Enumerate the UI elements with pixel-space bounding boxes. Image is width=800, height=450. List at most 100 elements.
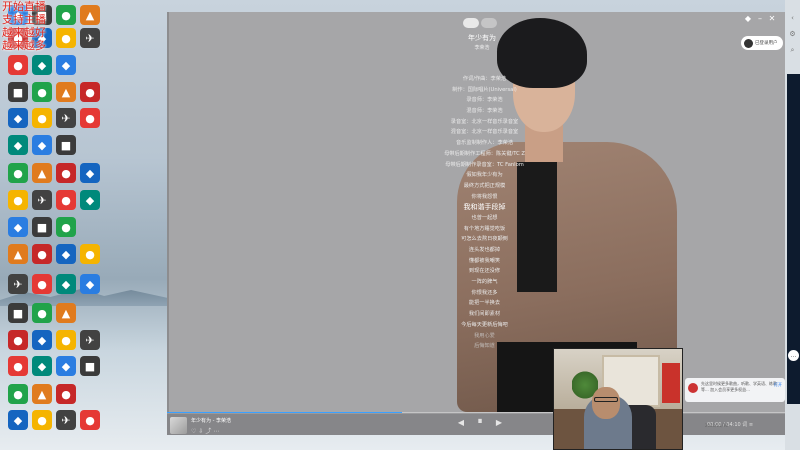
notification-open-button[interactable]: 打开 xyxy=(774,382,782,388)
desktop-icon-1[interactable]: ◆ xyxy=(80,274,100,294)
lyric-mode-toggle[interactable] xyxy=(463,18,497,28)
lyric-line[interactable]: 母带后期制作工程师：陈关键/TC Z xyxy=(417,149,552,160)
desktop-icon-2[interactable]: ■ xyxy=(8,303,28,323)
desktop-icon-7[interactable]: ● xyxy=(80,244,100,264)
desktop-icon-5[interactable]: ● xyxy=(32,244,52,264)
lyric-line[interactable]: 你将我怨恨 xyxy=(417,192,552,203)
desktop-icon-9[interactable]: ● xyxy=(80,410,100,430)
desktop-icon-3[interactable]: ● xyxy=(32,82,52,102)
tab-lyrics[interactable] xyxy=(463,18,479,28)
desktop-icon-7[interactable]: ● xyxy=(56,28,76,48)
desktop-icon-5[interactable]: ● xyxy=(8,330,28,350)
desktop-icon-7[interactable]: ● xyxy=(8,190,28,210)
lyric-line[interactable]: 能把一半换去 xyxy=(417,298,552,309)
desktop-icon-5[interactable]: ● xyxy=(56,384,76,404)
desktop-icon-7[interactable]: ● xyxy=(32,410,52,430)
desktop-icon-8[interactable]: ✈ xyxy=(56,410,76,430)
desktop-icon-6[interactable]: ◆ xyxy=(56,244,76,264)
desktop-icon-1[interactable]: ◆ xyxy=(8,217,28,237)
lyric-line[interactable]: 制作：国际唱片(Universal) xyxy=(417,85,552,96)
lyric-line[interactable]: 录音室：北京一样音乐录音室 xyxy=(417,117,552,128)
lyric-line[interactable]: 可怎么去熬日夜颠倒 xyxy=(417,234,552,245)
desktop-icon-6[interactable]: ◆ xyxy=(80,163,100,183)
desktop-icon-7[interactable]: ● xyxy=(56,330,76,350)
desktop-icon-5[interactable]: ● xyxy=(80,82,100,102)
desktop-icon-7[interactable]: ● xyxy=(32,108,52,128)
desktop-icon-3[interactable]: ● xyxy=(32,303,52,323)
notification-toast[interactable]: 先这里时候更多歌曲，听歌、学英语、练歌等... 加入会员享更多权益... 打开 xyxy=(685,378,785,402)
lyric-line[interactable]: 连头发也都掉 xyxy=(417,245,552,256)
lyric-line[interactable]: 后悔知道 xyxy=(417,341,552,352)
collapse-icon[interactable]: ‹ xyxy=(788,14,797,23)
lyric-line[interactable]: 录音师：李荣浩 xyxy=(417,95,552,106)
lyrics-panel[interactable]: 作词/作曲：李荣浩 制作：国际唱片(Universal) 录音师：李荣浩 混音师：李荣… xyxy=(417,74,552,352)
user-badge[interactable]: 已登录用户 xyxy=(741,36,783,50)
lyric-line[interactable]: 懂都被我嘲笑 xyxy=(417,256,552,267)
desktop-icon-10[interactable]: ◆ xyxy=(8,135,28,155)
lyric-line[interactable]: 我们间即素材 xyxy=(417,309,552,320)
desktop-icon-1[interactable]: ◆ xyxy=(56,356,76,376)
lyric-line[interactable]: 我和谐手段掉 xyxy=(417,202,552,213)
lyric-line[interactable]: 一阵的脾气 xyxy=(417,277,552,288)
desktop-icon-10[interactable]: ◆ xyxy=(56,274,76,294)
desktop-icon-2[interactable]: ■ xyxy=(80,356,100,376)
desktop-icon-4[interactable]: ▲ xyxy=(56,82,76,102)
desktop-icon-8[interactable]: ✈ xyxy=(80,330,100,350)
next-button[interactable]: ▶ xyxy=(492,418,506,427)
lyric-line[interactable]: 也曾一起想 xyxy=(417,213,552,224)
lyric-line[interactable]: 有个地方睡觉吃饭 xyxy=(417,224,552,235)
desktop-icon-4[interactable]: ▲ xyxy=(8,244,28,264)
desktop-icon-9[interactable]: ● xyxy=(8,55,28,75)
desktop-icon-4[interactable]: ▲ xyxy=(56,303,76,323)
desktop-icon-4[interactable]: ▲ xyxy=(80,5,100,25)
lyric-line[interactable]: 混音师：李荣浩 xyxy=(417,106,552,117)
desktop-icon-3[interactable]: ● xyxy=(56,5,76,25)
desktop-icon-4[interactable]: ▲ xyxy=(32,384,52,404)
desktop-icon-8[interactable]: ✈ xyxy=(8,274,28,294)
desktop-icon-9[interactable]: ● xyxy=(32,274,52,294)
desktop-icon-9[interactable]: ● xyxy=(56,190,76,210)
desktop-icon-10[interactable]: ◆ xyxy=(32,55,52,75)
lyric-line[interactable]: 最终方式把正规模 xyxy=(417,181,552,192)
desktop-icon-8[interactable]: ✈ xyxy=(32,190,52,210)
desktop-icon-8[interactable]: ✈ xyxy=(80,28,100,48)
close-icon[interactable]: ✕ xyxy=(767,14,777,24)
desktop-icon-9[interactable]: ● xyxy=(80,108,100,128)
skin-icon[interactable]: ◆ xyxy=(743,14,753,24)
pause-button[interactable]: ⏸ xyxy=(473,416,487,427)
previous-button[interactable]: ◀ xyxy=(454,418,468,427)
settings-icon[interactable]: ⚙ xyxy=(788,30,797,39)
desktop-icon-9[interactable]: ● xyxy=(8,356,28,376)
lyric-line[interactable]: 音乐监制制作人：李荣浩 xyxy=(417,138,552,149)
lyric-line[interactable]: 我用心爱 xyxy=(417,331,552,342)
desktop-icon-3[interactable]: ● xyxy=(8,384,28,404)
desktop-icon-6[interactable]: ◆ xyxy=(8,410,28,430)
minimize-icon[interactable]: – xyxy=(755,14,765,24)
lyric-line[interactable]: 作词/作曲：李荣浩 xyxy=(417,74,552,85)
more-icon[interactable]: ⋯ xyxy=(213,428,221,435)
desktop-icon-2[interactable]: ■ xyxy=(32,217,52,237)
desktop-icon-4[interactable]: ▲ xyxy=(32,163,52,183)
desktop-icon-3[interactable]: ● xyxy=(8,163,28,183)
desktop-icon-6[interactable]: ◆ xyxy=(8,108,28,128)
desktop-icon-3[interactable]: ● xyxy=(56,217,76,237)
lyric-line[interactable]: 混音室：北京一样音乐录音室 xyxy=(417,127,552,138)
desktop-icon-1[interactable]: ◆ xyxy=(32,135,52,155)
lyric-line[interactable]: 今后每天更新后悔吧 xyxy=(417,320,552,331)
desktop-icon-6[interactable]: ◆ xyxy=(32,330,52,350)
desktop-icon-1[interactable]: ◆ xyxy=(56,55,76,75)
tab-comments[interactable] xyxy=(481,18,497,28)
desktop-icon-8[interactable]: ✈ xyxy=(56,108,76,128)
lyric-line[interactable]: 你恨我还多 xyxy=(417,288,552,299)
album-thumbnail[interactable] xyxy=(170,417,187,434)
now-playing-title[interactable]: 年少有为 - 李荣浩 xyxy=(191,417,231,424)
lyric-line[interactable]: 假如我年少有为 xyxy=(417,170,552,181)
desktop-icon-10[interactable]: ◆ xyxy=(80,190,100,210)
song-artist[interactable]: 李荣浩 xyxy=(442,44,522,51)
lyric-line[interactable]: 母带后期制作录音室：TC Fanlom xyxy=(417,160,552,171)
desktop-icon-10[interactable]: ◆ xyxy=(32,356,52,376)
desktop-icon-5[interactable]: ● xyxy=(56,163,76,183)
desktop-icon-2[interactable]: ■ xyxy=(8,82,28,102)
search-icon[interactable]: ⌕ xyxy=(788,46,797,55)
desktop-icon-2[interactable]: ■ xyxy=(56,135,76,155)
